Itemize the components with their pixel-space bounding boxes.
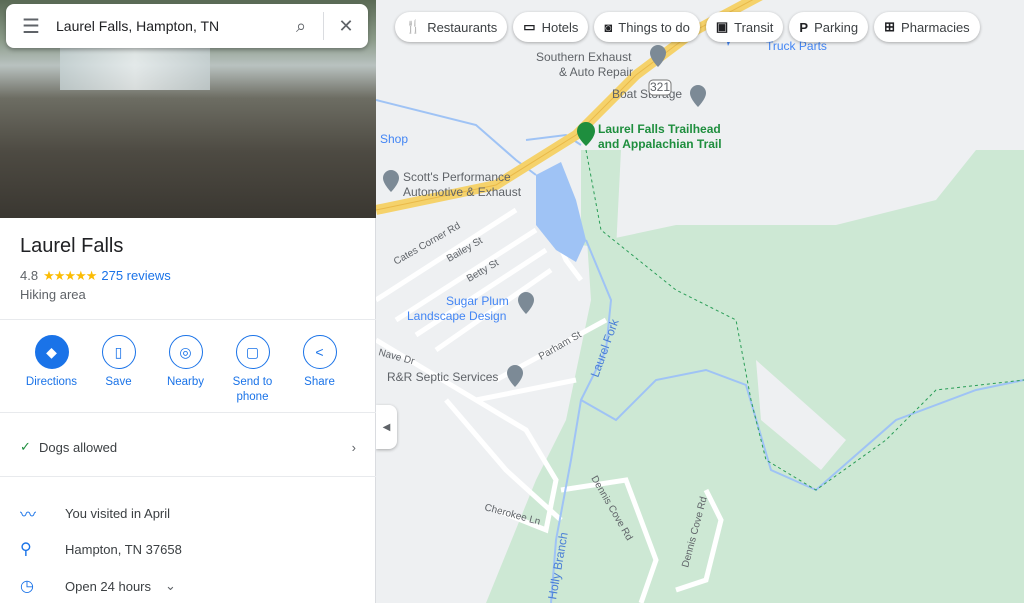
send-to-phone-button[interactable]: ▢ Send to phone [219, 335, 286, 405]
map-canvas[interactable]: Truck Parts Southern Exhaust & Auto Repa… [376, 0, 1024, 603]
bed-icon: ▭ [523, 19, 536, 34]
save-button[interactable]: ▯ Save [85, 335, 152, 405]
map-label: Automotive & Exhaust [403, 185, 522, 199]
chip-transit[interactable]: ▣ Transit [705, 12, 784, 42]
map-label: Shop [380, 132, 408, 146]
parking-icon: P [799, 19, 809, 35]
fork-knife-icon: 🍴 [405, 19, 422, 34]
directions-button[interactable]: ◆ Directions [18, 335, 85, 405]
search-icon[interactable]: ⌕ [279, 16, 323, 37]
pharmacy-icon: ⊞ [884, 19, 896, 34]
map-label: Sugar Plum [446, 294, 509, 308]
divider [0, 319, 376, 320]
collapse-panel-button[interactable]: ◀ [376, 405, 397, 449]
chip-pharmacies[interactable]: ⊞ Pharmacies [874, 12, 980, 42]
place-panel: ☰ ⌕ ✕ Laurel Falls 4.8 ★★★★★ 275 reviews… [0, 0, 376, 603]
send-to-phone-icon: ▢ [235, 335, 270, 369]
category-chips: 🍴 Restaurants ▭ Hotels ◙ Things to do ▣ Tran… [395, 12, 980, 42]
place-category[interactable]: Hiking area [20, 287, 86, 302]
cleared-area [581, 150, 621, 250]
train-icon: ▣ [715, 19, 729, 34]
directions-icon: ◆ [34, 335, 69, 369]
address-row[interactable]: ⚲ Hampton, TN 37658 [20, 539, 182, 559]
chip-hotels[interactable]: ▭ Hotels [513, 12, 589, 42]
rating-value: 4.8 [20, 268, 39, 283]
star-rating: ★★★★★ [43, 268, 97, 283]
map-label: Boat Storage [612, 87, 682, 101]
map-label: Southern Exhaust [536, 50, 632, 64]
action-buttons: ◆ Directions ▯ Save ◎ Nearby ▢ Send to phone… [18, 335, 353, 405]
share-icon: < [302, 335, 337, 369]
search-input[interactable] [56, 18, 279, 34]
map-label: Landscape Design [407, 309, 506, 323]
divider [0, 412, 376, 413]
close-icon[interactable]: ✕ [324, 16, 368, 37]
chip-restaurants[interactable]: 🍴 Restaurants [395, 12, 508, 42]
map-label: Scott's Performance [403, 170, 511, 184]
camera-icon: ◙ [604, 19, 613, 35]
visit-history-row[interactable]: 〰 You visited in April [20, 501, 170, 525]
map-label: R&R Septic Services [387, 370, 498, 384]
chevron-down-icon: ⌄ [165, 578, 176, 593]
chevron-right-icon: › [351, 439, 356, 455]
chip-parking[interactable]: P Parking [789, 12, 869, 42]
nearby-icon: ◎ [168, 335, 203, 369]
share-button[interactable]: < Share [286, 335, 353, 405]
place-title: Laurel Falls [20, 235, 124, 257]
bookmark-icon: ▯ [101, 335, 136, 369]
reviews-link[interactable]: 275 reviews [101, 268, 170, 284]
map-label: Laurel Falls Trailhead [598, 122, 721, 136]
divider [0, 476, 376, 477]
map-label: & Auto Repair [559, 65, 633, 79]
amenity-row[interactable]: ✓ Dogs allowed › [20, 439, 356, 455]
search-box: ☰ ⌕ ✕ [6, 4, 368, 48]
nearby-button[interactable]: ◎ Nearby [152, 335, 219, 405]
location-pin-icon: ⚲ [20, 541, 32, 558]
chip-things-to-do[interactable]: ◙ Things to do [594, 12, 700, 42]
timeline-icon: 〰 [20, 507, 37, 524]
check-icon: ✓ [20, 439, 31, 454]
hours-row[interactable]: ◷ Open 24 hours ⌄ [20, 576, 176, 596]
clock-icon: ◷ [20, 578, 34, 595]
route-number: 321 [650, 80, 670, 94]
map-label: and Appalachian Trail [598, 137, 722, 151]
menu-icon[interactable]: ☰ [6, 14, 56, 39]
